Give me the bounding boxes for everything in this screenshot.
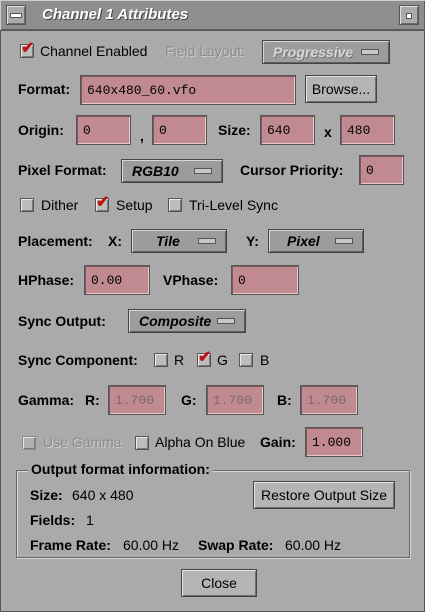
swap-rate-value: 60.00 Hz: [285, 537, 342, 553]
placement-x-label: X:: [108, 233, 122, 249]
channel-enabled-label: Channel Enabled: [40, 43, 148, 59]
sync-g-checkbox[interactable]: ✔: [197, 349, 212, 367]
minimize-icon: [406, 13, 412, 19]
field-layout-value: Progressive: [273, 44, 354, 60]
placement-label: Placement:: [18, 233, 93, 249]
fields-value: 1: [86, 512, 94, 528]
setup-label: Setup: [116, 197, 153, 213]
gamma-b-label: B:: [277, 392, 292, 408]
origin-x-input[interactable]: 0: [76, 115, 131, 145]
cursor-priority-label: Cursor Priority:: [240, 162, 344, 178]
sync-r-checkbox[interactable]: [154, 353, 168, 367]
sync-output-label: Sync Output:: [18, 313, 106, 329]
title-bar[interactable]: Channel 1 Attributes: [0, 0, 425, 31]
checkmark-icon: ✔: [96, 194, 110, 211]
sync-r-label: R: [174, 352, 185, 368]
frame-rate-label: Frame Rate:: [30, 537, 111, 553]
window-menu-button[interactable]: [6, 5, 26, 25]
swap-rate-label: Swap Rate:: [198, 537, 274, 553]
sync-output-menu[interactable]: Composite: [128, 309, 246, 333]
size-label: Size:: [218, 122, 251, 138]
gamma-r-label: R:: [85, 392, 100, 408]
option-menu-icon: [361, 49, 379, 55]
setup-checkbox[interactable]: ✔: [95, 194, 110, 212]
gamma-r-input[interactable]: 1.700: [108, 385, 166, 415]
format-input[interactable]: 640x480_60.vfo: [80, 75, 296, 105]
gain-input[interactable]: 1.000: [305, 427, 363, 457]
hphase-label: HPhase:: [18, 272, 75, 288]
alpha-on-blue-label: Alpha On Blue: [155, 434, 246, 450]
use-gamma-label: Use Gamma: [43, 434, 122, 450]
placement-y-label: Y:: [246, 233, 259, 249]
window-menu-icon: [10, 13, 22, 18]
field-layout-label: Field Layout:: [165, 43, 246, 59]
origin-separator: ,: [140, 128, 144, 144]
output-format-title: Output format information:: [28, 461, 213, 477]
size-separator: x: [324, 124, 332, 140]
output-size-label: Size:: [30, 487, 63, 503]
vphase-input[interactable]: 0: [231, 265, 299, 295]
placement-y-value: Pixel: [287, 233, 320, 249]
minimize-button[interactable]: [399, 5, 419, 25]
close-button[interactable]: Close: [181, 569, 257, 597]
size-height-input[interactable]: 480: [340, 115, 395, 145]
restore-output-size-button[interactable]: Restore Output Size: [253, 481, 395, 509]
gain-label: Gain:: [260, 434, 296, 450]
option-menu-icon: [194, 168, 212, 174]
origin-y-input[interactable]: 0: [152, 115, 207, 145]
pixel-format-menu[interactable]: RGB10: [121, 159, 223, 183]
pixel-format-label: Pixel Format:: [18, 162, 107, 178]
sync-b-label: B: [260, 352, 270, 368]
dither-label: Dither: [41, 197, 79, 213]
frame-rate-value: 60.00 Hz: [123, 537, 180, 553]
channel-enabled-checkbox[interactable]: ✔: [20, 40, 35, 58]
format-label: Format:: [18, 81, 71, 97]
checkmark-icon: ✔: [21, 40, 35, 57]
pixel-format-value: RGB10: [132, 163, 179, 179]
cursor-priority-input[interactable]: 0: [359, 155, 404, 185]
option-menu-icon: [217, 318, 235, 324]
gamma-b-input[interactable]: 1.700: [300, 385, 358, 415]
dither-checkbox[interactable]: [20, 198, 34, 212]
tri-level-sync-label: Tri-Level Sync: [189, 197, 278, 213]
alpha-on-blue-checkbox[interactable]: [135, 436, 149, 450]
placement-x-value: Tile: [156, 233, 180, 249]
checkmark-icon: ✔: [198, 349, 212, 366]
browse-button[interactable]: Browse...: [305, 75, 377, 103]
hphase-input[interactable]: 0.00: [84, 265, 150, 295]
gamma-g-label: G:: [181, 392, 197, 408]
sync-output-value: Composite: [139, 313, 212, 329]
output-size-value: 640 x 480: [72, 487, 134, 503]
use-gamma-checkbox[interactable]: [22, 436, 36, 450]
fields-label: Fields:: [30, 512, 76, 528]
gamma-label: Gamma:: [18, 392, 75, 408]
origin-label: Origin:: [18, 122, 64, 138]
option-menu-icon: [198, 238, 216, 244]
size-width-input[interactable]: 640: [260, 115, 315, 145]
gamma-g-input[interactable]: 1.700: [206, 385, 264, 415]
placement-y-menu[interactable]: Pixel: [268, 229, 364, 253]
tri-level-sync-checkbox[interactable]: [168, 198, 182, 212]
field-layout-menu[interactable]: Progressive: [262, 40, 390, 64]
sync-component-label: Sync Component:: [18, 352, 138, 368]
sync-b-checkbox[interactable]: [239, 353, 253, 367]
vphase-label: VPhase:: [163, 272, 219, 288]
option-menu-icon: [335, 238, 353, 244]
window-title: Channel 1 Attributes: [42, 6, 189, 23]
placement-x-menu[interactable]: Tile: [131, 229, 227, 253]
sync-g-label: G: [217, 352, 228, 368]
